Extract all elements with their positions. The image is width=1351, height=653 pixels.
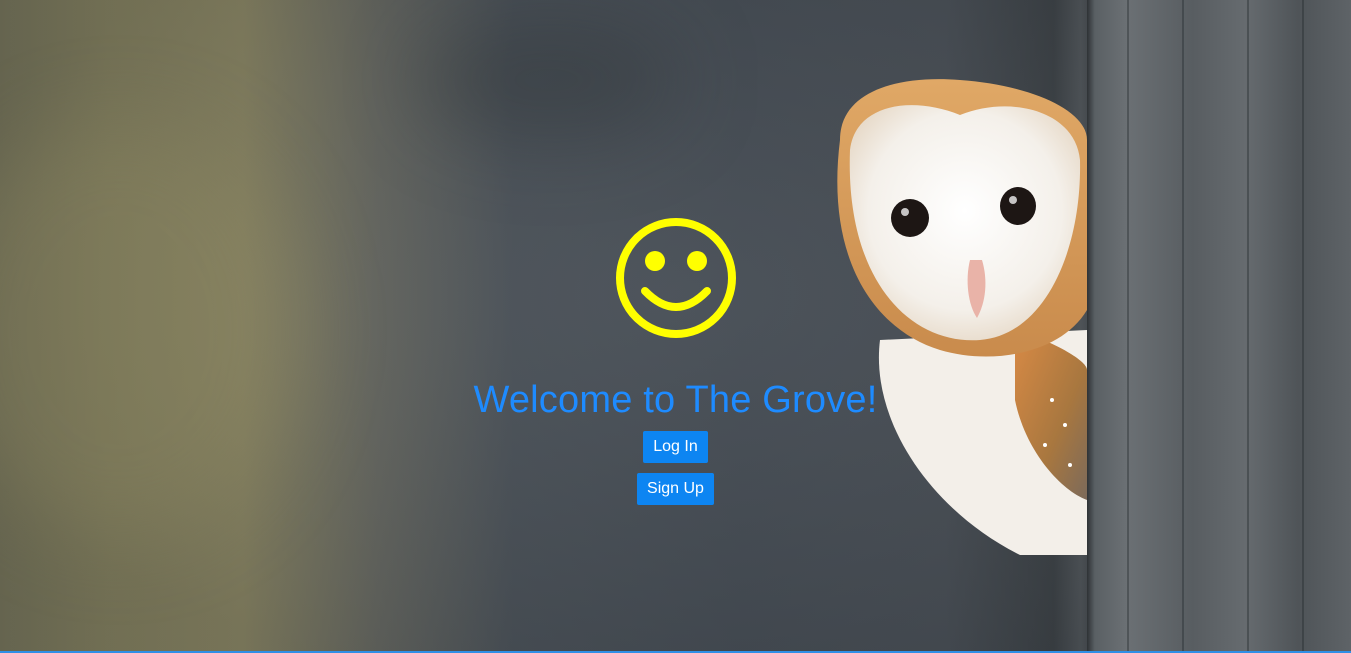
landing-page: Welcome to The Grove! Log In Sign Up [0, 0, 1351, 653]
log-in-button[interactable]: Log In [643, 431, 708, 463]
sign-up-button[interactable]: Sign Up [637, 473, 714, 505]
page-title: Welcome to The Grove! [473, 379, 878, 421]
smiley-icon [615, 218, 736, 338]
welcome-panel: Welcome to The Grove! Log In Sign Up [0, 215, 1351, 505]
